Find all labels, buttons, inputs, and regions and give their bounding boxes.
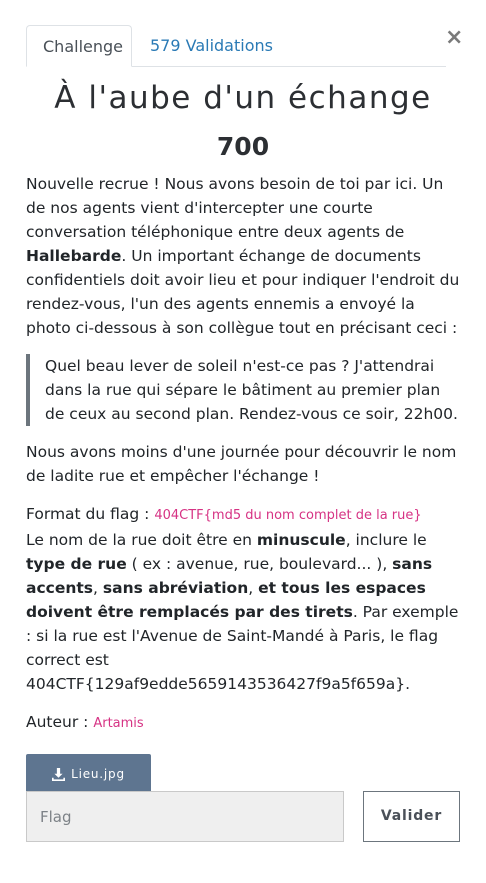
author-label: Auteur : (26, 713, 94, 731)
goal-paragraph: Nous avons moins d'une journée pour déco… (26, 443, 457, 485)
intro-text-1: Nouvelle recrue ! Nous avons besoin de t… (26, 175, 444, 241)
flag-input[interactable] (26, 791, 344, 842)
rules-paragraph: Le nom de la rue doit être en minuscule,… (26, 528, 462, 696)
quote-block: Quel beau lever de soleil n'est-ce pas ?… (26, 354, 462, 426)
challenge-description: Nouvelle recrue ! Nous avons besoin de t… (26, 172, 462, 794)
challenge-points: 700 (216, 132, 270, 161)
rule-text: Le nom de la rue doit être en (26, 531, 257, 549)
rule-bold-type: type de rue (26, 555, 127, 573)
rule-text: , (248, 579, 259, 597)
flag-format-section: Format du flag : 404CTF{md5 du nom compl… (26, 502, 462, 696)
rule-text: ( ex : avenue, rue, boulevard... ), (126, 555, 393, 573)
author-link[interactable]: Artamis (93, 716, 143, 731)
challenge-tabs: Challenge 579 Validations (26, 25, 446, 67)
tab-validations[interactable]: 579 Validations (134, 25, 289, 67)
rule-bold-abbreviation: sans abréviation (102, 579, 249, 597)
format-label: Format du flag : (26, 505, 155, 523)
intro-paragraph: Nouvelle recrue ! Nous avons besoin de t… (26, 172, 462, 340)
rule-text: , (93, 579, 103, 597)
flag-form: Valider (26, 791, 460, 842)
download-icon (52, 767, 66, 781)
author-line: Auteur : Artamis (26, 710, 462, 736)
rule-bold-minuscule: minuscule (256, 531, 346, 549)
download-file-button[interactable]: Lieu.jpg (26, 754, 151, 794)
submit-button[interactable]: Valider (363, 791, 460, 842)
download-file-label: Lieu.jpg (71, 767, 125, 781)
tab-challenge[interactable]: Challenge (26, 25, 132, 67)
format-value: 404CTF{md5 du nom complet de la rue} (154, 508, 422, 523)
rule-text: , inclure le (345, 531, 427, 549)
format-line: Format du flag : 404CTF{md5 du nom compl… (26, 502, 462, 528)
intro-bold: Hallebarde (26, 247, 122, 265)
close-icon[interactable]: × (445, 27, 463, 49)
challenge-title: À l'aube d'un échange (54, 80, 432, 116)
